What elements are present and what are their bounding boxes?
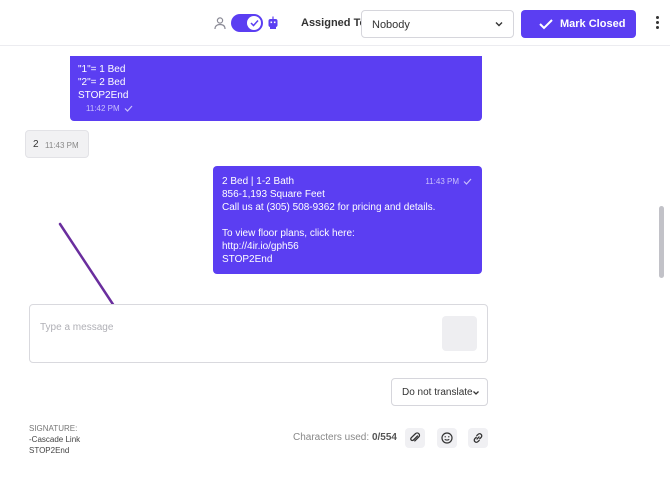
bot-icon[interactable] <box>267 16 279 30</box>
message-input-placeholder[interactable]: Type a message <box>40 322 113 333</box>
link-icon <box>473 433 483 443</box>
outgoing-message: "1"= 1 Bed "2"= 2 Bed STOP2End 11:42 PM <box>70 56 482 121</box>
message-meta: 11:43 PM <box>425 175 472 188</box>
message-time: 11:43 PM <box>425 177 459 186</box>
person-icon[interactable] <box>213 16 227 30</box>
message-time: 11:43 PM <box>45 141 79 150</box>
assigned-to-label: Assigned To: <box>301 17 370 29</box>
chars-label: Characters used: <box>293 432 370 443</box>
outgoing-message: 2 Bed | 1-2 Bath 856-1,193 Square Feet C… <box>213 166 482 274</box>
emoji-button[interactable] <box>437 428 457 448</box>
conversation-header: Assigned To: Nobody Mark Closed <box>0 0 670 46</box>
message-composer[interactable]: Type a message <box>29 304 488 363</box>
insert-link-button[interactable] <box>468 428 488 448</box>
message-text: 2 <box>33 139 39 150</box>
attach-button[interactable] <box>405 428 425 448</box>
smiley-icon <box>441 432 453 444</box>
mark-closed-label: Mark Closed <box>560 18 626 30</box>
send-button[interactable] <box>442 316 477 351</box>
message-text: "1"= 1 Bed "2"= 2 Bed STOP2End <box>78 64 129 101</box>
incoming-message: 2 11:43 PM <box>25 130 89 158</box>
message-text: 2 Bed | 1-2 Bath 856-1,193 Square Feet C… <box>222 176 436 265</box>
message-time: 11:42 PM <box>86 104 120 113</box>
signature-line: STOP2End <box>29 446 70 455</box>
translate-label: Do not translate <box>402 387 473 398</box>
chars-value: 0/554 <box>371 432 397 443</box>
mark-closed-button[interactable]: Mark Closed <box>521 10 636 38</box>
check-icon <box>539 19 553 30</box>
scrollbar-thumb[interactable] <box>659 206 664 278</box>
ai-mode-toggle[interactable] <box>231 14 263 32</box>
signature-line: -Cascade Link <box>29 435 81 444</box>
chevron-down-icon <box>473 391 479 395</box>
signature-heading: SIGNATURE: <box>29 424 78 433</box>
toggle-check-icon <box>247 16 261 30</box>
assignee-value: Nobody <box>372 19 410 31</box>
message-meta: 11:42 PM <box>86 102 133 115</box>
paperclip-icon <box>410 432 421 442</box>
delivered-check-icon <box>463 178 472 185</box>
translate-select[interactable]: Do not translate <box>391 378 488 406</box>
signature: SIGNATURE: -Cascade Link STOP2End <box>29 423 80 456</box>
more-options-icon[interactable] <box>654 16 660 32</box>
character-counter: Characters used: 0/554 <box>293 432 397 443</box>
delivered-check-icon <box>124 105 133 112</box>
assignee-select[interactable]: Nobody <box>361 10 514 38</box>
chevron-down-icon <box>495 22 503 27</box>
